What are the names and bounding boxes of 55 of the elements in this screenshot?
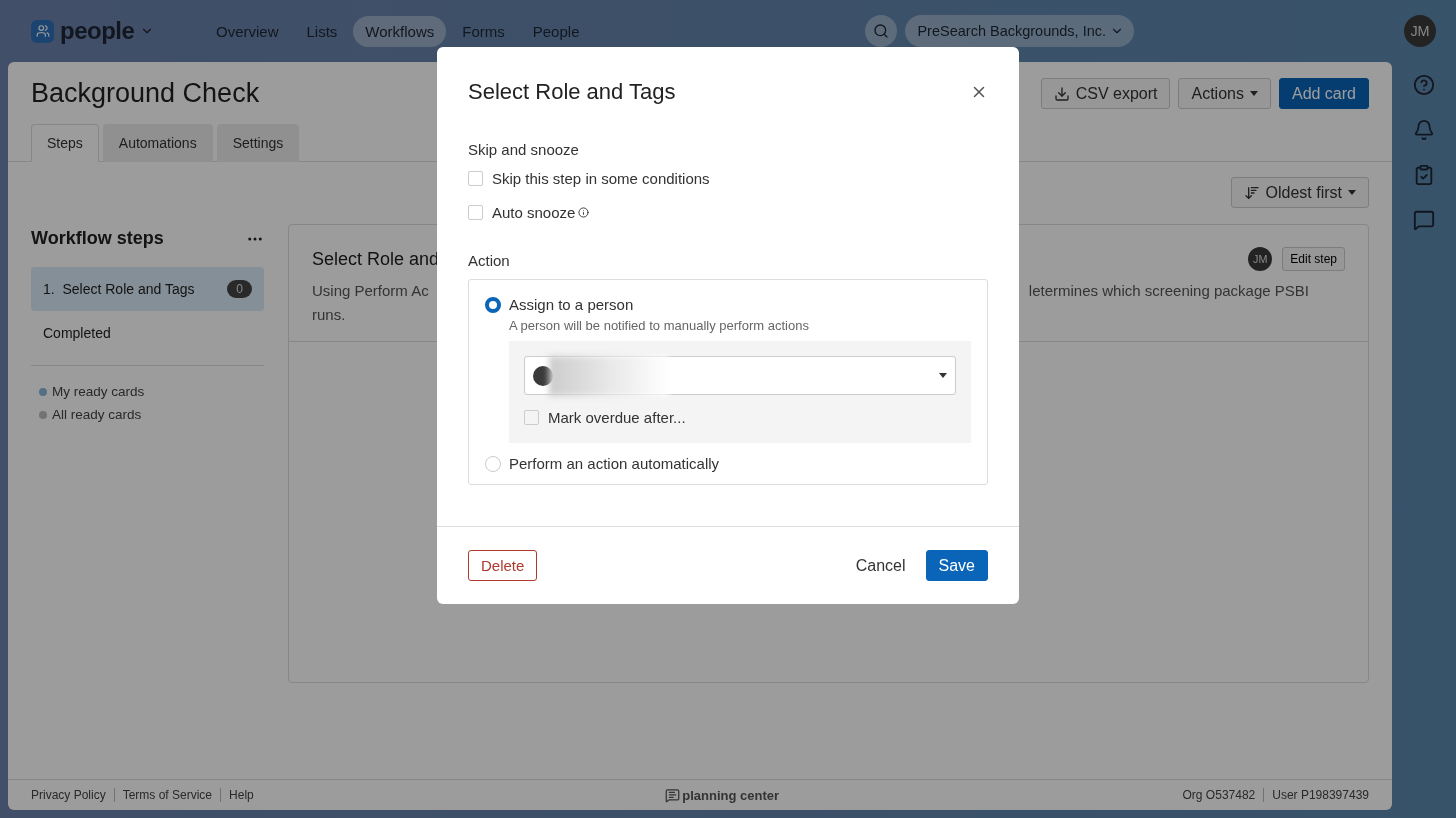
checkbox[interactable] — [524, 409, 539, 425]
save-button[interactable]: Save — [925, 550, 988, 581]
user-avatar[interactable]: JM — [1404, 15, 1436, 47]
bell-icon[interactable] — [1413, 119, 1435, 141]
actions-button[interactable]: Actions — [1178, 78, 1271, 109]
org-id: Org O537482 — [1182, 788, 1257, 802]
checkbox[interactable] — [468, 204, 483, 220]
tab[interactable]: Steps — [31, 124, 99, 162]
download-icon — [1053, 85, 1070, 102]
search-icon — [873, 23, 890, 39]
sidebar-title: Workflow steps — [31, 228, 164, 249]
filter-link[interactable]: My ready cards — [52, 384, 145, 399]
brand-logo-icon — [665, 787, 681, 803]
radio-label: Assign to a person — [509, 296, 634, 313]
card-description: Using Perform Ac — [312, 281, 429, 301]
info-icon[interactable] — [578, 206, 590, 218]
page-title: Background Check — [31, 78, 260, 109]
footer-link[interactable]: Terms of Service — [113, 788, 221, 802]
help-icon[interactable] — [1413, 74, 1435, 96]
edit-step-button[interactable]: Edit step — [1282, 247, 1345, 271]
card-description: letermines which screening package PSBI — [1028, 281, 1309, 301]
user-id: User P198397439 — [1263, 788, 1369, 802]
step-item[interactable]: 1. Select Role and Tags 0 — [31, 267, 264, 311]
card-description: runs. — [312, 305, 347, 325]
sort-icon — [1243, 184, 1260, 201]
radio-button[interactable] — [485, 296, 501, 313]
add-card-button[interactable]: Add card — [1278, 78, 1369, 109]
footer-link[interactable]: Privacy Policy — [31, 788, 114, 802]
delete-button[interactable]: Delete — [468, 550, 538, 581]
count-badge: 0 — [227, 280, 252, 298]
radio-label: Perform an action automatically — [509, 455, 720, 472]
step-label: Completed — [43, 325, 111, 341]
filter-link[interactable]: All ready cards — [52, 407, 142, 422]
step-label: 1. Select Role and Tags — [43, 281, 195, 297]
checkbox[interactable] — [468, 170, 483, 186]
section-label: Action — [468, 252, 511, 269]
tab[interactable]: Settings — [216, 124, 300, 162]
sort-button[interactable]: Oldest first — [1230, 177, 1369, 208]
clipboard-check-icon[interactable] — [1413, 164, 1435, 186]
assignee-avatar: JM — [1248, 247, 1273, 271]
cancel-button[interactable]: Cancel — [845, 556, 916, 575]
modal-title: Select Role and Tags — [468, 79, 676, 105]
person-select[interactable] — [524, 356, 956, 395]
footer-link[interactable]: Help — [220, 788, 262, 802]
chat-icon[interactable] — [1413, 209, 1435, 231]
checkbox-label: Mark overdue after... — [548, 408, 686, 426]
checkbox-label: Skip this step in some conditions — [492, 169, 710, 187]
app-logo-icon — [31, 19, 54, 43]
checkbox-label: Auto snooze — [492, 203, 576, 221]
csv-export-button[interactable]: CSV export — [1040, 78, 1171, 109]
radio-description: A person will be notified to manually perform actions — [509, 318, 810, 333]
brand-name: planning center — [682, 787, 780, 803]
tab[interactable]: Automations — [102, 124, 213, 162]
step-item[interactable]: Completed — [31, 311, 264, 355]
section-label: Skip and snooze — [468, 141, 580, 158]
